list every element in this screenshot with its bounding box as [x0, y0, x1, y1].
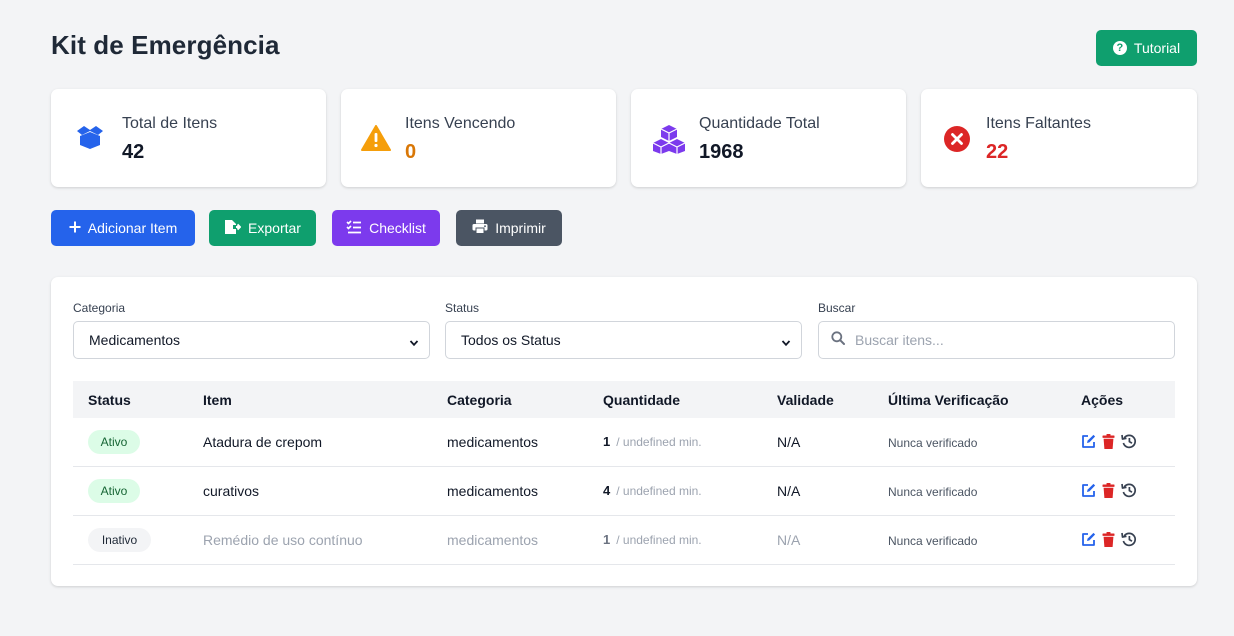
- trash-icon[interactable]: [1102, 482, 1115, 498]
- item-last-check: Nunca verificado: [888, 436, 978, 450]
- item-name: Atadura de crepom: [203, 434, 323, 450]
- print-button[interactable]: Imprimir: [456, 210, 562, 246]
- item-last-check: Nunca verificado: [888, 534, 978, 548]
- quantity-value: 1: [603, 434, 611, 449]
- quantity-min: / undefined min.: [616, 533, 702, 547]
- status-filter-label: Status: [445, 301, 480, 315]
- col-validity: Validade: [777, 392, 834, 408]
- stat-value: 1968: [699, 141, 744, 163]
- x-circle-icon: [943, 125, 971, 158]
- cubes-icon: [652, 124, 686, 159]
- edit-icon[interactable]: [1081, 532, 1096, 547]
- quantity-value: 1: [603, 532, 611, 547]
- question-circle-icon: ?: [1112, 41, 1127, 55]
- status-badge: Ativo: [88, 430, 140, 454]
- col-quantity: Quantidade: [603, 392, 681, 408]
- stat-card-total-items: Total de Itens 42: [51, 89, 326, 187]
- checklist-label: Checklist: [369, 220, 426, 236]
- item-validity: N/A: [777, 434, 801, 450]
- status-select[interactable]: Todos os Status: [445, 321, 802, 359]
- export-label: Exportar: [248, 220, 301, 236]
- stat-value: 42: [122, 141, 145, 163]
- print-icon: [472, 219, 488, 237]
- table-row: Ativo Atadura de crepom medicamentos 1 / …: [73, 418, 1175, 467]
- item-category: medicamentos: [447, 483, 539, 499]
- file-export-icon: [224, 219, 242, 238]
- col-item: Item: [203, 392, 232, 408]
- category-select-value: Medicamentos: [89, 332, 181, 348]
- table-row: Ativo curativos medicamentos 4 / undefine…: [73, 467, 1175, 516]
- item-validity: N/A: [777, 483, 801, 499]
- col-actions: Ações: [1081, 392, 1124, 408]
- stat-value: 22: [986, 141, 1009, 163]
- row-actions: [1081, 482, 1137, 498]
- print-label: Imprimir: [495, 220, 546, 236]
- col-category: Categoria: [447, 392, 512, 408]
- plus-icon: [69, 220, 81, 236]
- history-icon[interactable]: [1121, 531, 1137, 547]
- list-check-icon: [346, 219, 362, 237]
- chevron-down-icon: [409, 335, 419, 351]
- item-last-check: Nunca verificado: [888, 485, 978, 499]
- item-category: medicamentos: [447, 532, 539, 548]
- item-name: curativos: [203, 483, 260, 499]
- status-badge: Ativo: [88, 479, 140, 503]
- add-item-label: Adicionar Item: [87, 220, 178, 236]
- search-icon: [831, 330, 845, 350]
- stat-label: Itens Vencendo: [405, 115, 516, 132]
- edit-icon[interactable]: [1081, 434, 1096, 449]
- row-actions: [1081, 433, 1137, 449]
- item-validity: N/A: [777, 532, 801, 548]
- edit-icon[interactable]: [1081, 483, 1096, 498]
- stat-label: Quantidade Total: [699, 115, 820, 132]
- add-item-button[interactable]: Adicionar Item: [51, 210, 195, 246]
- history-icon[interactable]: [1121, 433, 1137, 449]
- trash-icon[interactable]: [1102, 531, 1115, 547]
- category-filter-label: Categoria: [73, 301, 126, 315]
- stat-label: Itens Faltantes: [986, 115, 1091, 132]
- stat-card-missing-items: Itens Faltantes 22: [921, 89, 1197, 187]
- row-actions: [1081, 531, 1137, 547]
- stat-label: Total de Itens: [122, 115, 218, 132]
- tutorial-button[interactable]: ? Tutorial: [1096, 30, 1197, 66]
- col-last-check: Última Verificação: [888, 392, 1009, 408]
- item-name: Remédio de uso contínuo: [203, 532, 363, 548]
- tutorial-label: Tutorial: [1133, 40, 1181, 56]
- stat-card-total-quantity: Quantidade Total 1968: [631, 89, 906, 187]
- quantity-value: 4: [603, 483, 611, 498]
- search-label: Buscar: [818, 301, 856, 315]
- warning-icon: [361, 125, 391, 156]
- checklist-button[interactable]: Checklist: [332, 210, 440, 246]
- table-header: Status Item Categoria Quantidade Validad…: [73, 381, 1175, 418]
- chevron-down-icon: [781, 335, 791, 351]
- col-status: Status: [88, 392, 131, 408]
- stat-value: 0: [405, 141, 417, 163]
- status-badge: Inativo: [88, 528, 151, 552]
- quantity-min: / undefined min.: [616, 484, 702, 498]
- item-quantity: 1 / undefined min.: [603, 532, 702, 547]
- item-quantity: 1 / undefined min.: [603, 434, 702, 449]
- export-button[interactable]: Exportar: [209, 210, 316, 246]
- inventory-panel: Categoria Medicamentos Status Todos os S…: [51, 277, 1197, 586]
- box-open-icon: [74, 125, 106, 154]
- item-category: medicamentos: [447, 434, 539, 450]
- category-select[interactable]: Medicamentos: [73, 321, 430, 359]
- quantity-min: / undefined min.: [616, 435, 702, 449]
- item-quantity: 4 / undefined min.: [603, 483, 702, 498]
- stat-card-expiring-items: Itens Vencendo 0: [341, 89, 616, 187]
- table-row: Inativo Remédio de uso contínuo medicame…: [73, 516, 1175, 565]
- trash-icon[interactable]: [1102, 433, 1115, 449]
- search-field[interactable]: [818, 321, 1175, 359]
- search-input[interactable]: [855, 332, 1155, 348]
- status-select-value: Todos os Status: [461, 332, 561, 348]
- history-icon[interactable]: [1121, 482, 1137, 498]
- page-title: Kit de Emergência: [51, 30, 280, 60]
